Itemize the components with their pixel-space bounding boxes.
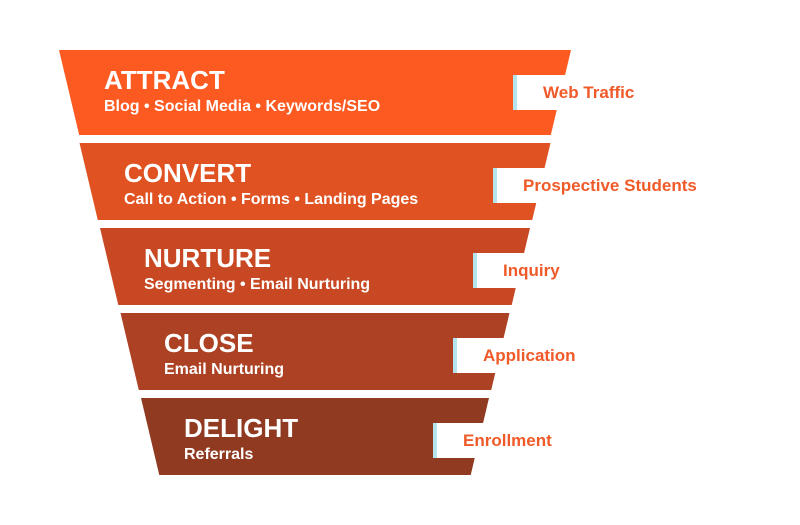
stage-items: Segmenting • Email Nurturing (144, 276, 371, 293)
stage-title: CONVERT (124, 158, 252, 188)
stage-label: Prospective Students (523, 176, 697, 195)
stage-title: ATTRACT (104, 65, 225, 95)
notch-accent (513, 75, 517, 110)
notch-accent (473, 253, 477, 288)
stage-items: Call to Action • Forms • Landing Pages (124, 191, 419, 208)
stage-label: Application (483, 346, 576, 365)
stage-title: NURTURE (144, 243, 272, 273)
stage-label: Inquiry (503, 261, 560, 280)
stage-items: Blog • Social Media • Keywords/SEO (104, 98, 381, 115)
notch-accent (433, 423, 437, 458)
stage-items: Referrals (184, 446, 254, 463)
stage-label: Enrollment (463, 431, 552, 450)
notch-accent (493, 168, 497, 203)
stage-label: Web Traffic (543, 83, 635, 102)
stage-title: DELIGHT (184, 413, 299, 443)
notch-accent (453, 338, 457, 373)
stage-items: Email Nurturing (164, 361, 285, 378)
stage-title: CLOSE (164, 328, 254, 358)
